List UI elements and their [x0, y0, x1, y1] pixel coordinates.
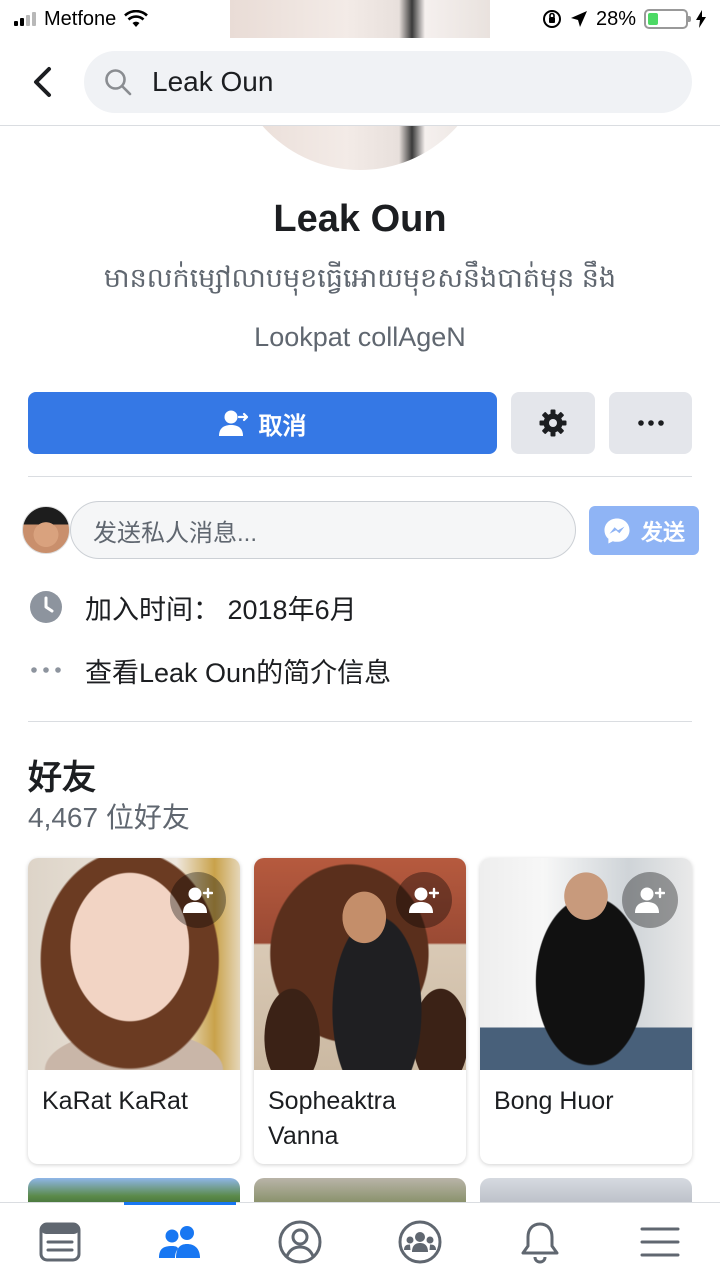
add-friend-button[interactable]: [622, 872, 678, 928]
friend-card[interactable]: KaRat KaRat: [28, 858, 240, 1164]
friend-name[interactable]: KaRat KaRat: [28, 1070, 240, 1119]
friend-photo[interactable]: [28, 858, 240, 1070]
battery-percent: 28%: [595, 7, 636, 30]
friend-card[interactable]: Sopheaktra Vanna: [254, 858, 466, 1164]
settings-button[interactable]: [511, 392, 595, 454]
orientation-lock-icon: [542, 10, 561, 28]
search-icon: [105, 68, 132, 95]
send-label: 发送: [640, 519, 685, 545]
tab-notifications[interactable]: [480, 1203, 600, 1280]
friends-title: 好友: [28, 759, 96, 797]
search-query: Leak Oun: [152, 65, 274, 97]
cancel-label: 取消: [258, 412, 307, 440]
back-arrow-icon: [34, 66, 51, 97]
more-options-button[interactable]: [609, 392, 692, 454]
tab-friends[interactable]: [120, 1202, 240, 1280]
search-input[interactable]: Leak Oun: [84, 50, 692, 113]
wifi-icon: [124, 10, 149, 27]
charging-icon: [696, 10, 706, 28]
notifications-icon: [521, 1222, 559, 1264]
more-icon: [637, 420, 664, 426]
cancel-request-icon: [218, 410, 248, 436]
tab-groups[interactable]: [360, 1203, 480, 1280]
add-friend-icon: [635, 887, 665, 913]
friends-count[interactable]: 4,467 位好友: [28, 796, 190, 836]
messenger-icon: [604, 518, 630, 543]
friend-photo[interactable]: [480, 858, 692, 1070]
friends-icon: [159, 1226, 200, 1258]
profile-subtitle: Lookpat collAgeN: [254, 322, 466, 352]
groups-icon: [398, 1220, 442, 1264]
send-message-button[interactable]: 发送: [589, 506, 699, 555]
clock-icon: [30, 591, 62, 623]
tab-profile[interactable]: [240, 1203, 360, 1280]
back-button[interactable]: [0, 38, 84, 126]
about-info-row[interactable]: 查看Leak Oun的简介信息: [28, 650, 391, 690]
friend-name[interactable]: Bong Huor: [480, 1070, 692, 1119]
bottom-tab-bar: [0, 1202, 720, 1280]
gear-icon: [539, 409, 567, 437]
add-friend-button[interactable]: [396, 872, 452, 928]
cancel-request-button[interactable]: 取消: [28, 392, 497, 454]
message-input[interactable]: 发送私人消息...: [70, 501, 576, 559]
viewer-avatar: [22, 506, 70, 554]
divider: [28, 721, 692, 722]
tab-news-feed[interactable]: [0, 1203, 120, 1280]
joined-info-row: 加入时间： 2018年6月: [28, 587, 357, 627]
profile-bio: មានលក់ម្សៅលាបមុខធ្វើអោយមុខសនឹងបាត់មុន នឹ…: [103, 263, 617, 293]
tab-menu[interactable]: [600, 1203, 720, 1280]
message-placeholder: 发送私人消息...: [93, 519, 258, 547]
add-friend-button[interactable]: [170, 872, 226, 928]
friend-photo[interactable]: [254, 858, 466, 1070]
menu-icon: [640, 1227, 680, 1257]
friend-card[interactable]: Bong Huor: [480, 858, 692, 1164]
joined-text: 加入时间： 2018年6月: [85, 594, 357, 625]
carrier-label: Metfone: [44, 7, 117, 30]
about-link[interactable]: 查看Leak Oun的简介信息: [85, 651, 391, 690]
ellipsis-icon: [31, 667, 61, 673]
divider: [28, 476, 692, 477]
add-friend-icon: [409, 887, 439, 913]
friend-name[interactable]: Sopheaktra Vanna: [254, 1070, 466, 1154]
add-friend-icon: [183, 887, 213, 913]
profile-icon: [278, 1220, 322, 1264]
search-header: Leak Oun: [0, 38, 720, 126]
location-icon: [570, 11, 587, 27]
signal-icon: [14, 12, 36, 26]
battery-icon: [644, 9, 691, 29]
news-feed-icon: [39, 1222, 81, 1262]
profile-name: Leak Oun: [273, 198, 447, 240]
